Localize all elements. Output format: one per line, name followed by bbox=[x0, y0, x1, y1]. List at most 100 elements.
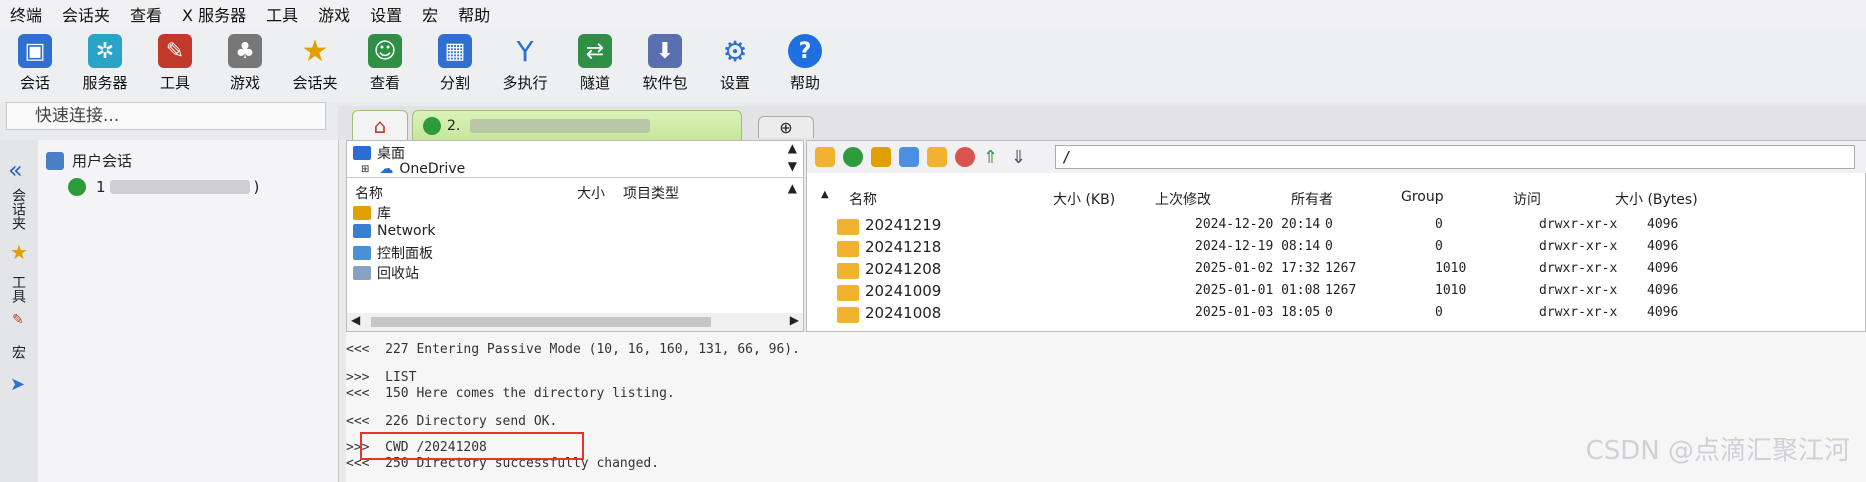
upload-icon[interactable]: ⇑ bbox=[983, 147, 1003, 168]
col-owner[interactable]: 所有者 bbox=[1291, 189, 1333, 209]
quick-connect-input[interactable]: 快速连接... bbox=[6, 102, 326, 130]
multiexec-button[interactable]: Y 多执行 bbox=[490, 28, 560, 102]
tree-desktop[interactable]: 桌面 bbox=[353, 143, 405, 163]
session-item[interactable]: 1 ) bbox=[68, 178, 259, 196]
split-button[interactable]: ▦ 分割 bbox=[420, 28, 490, 102]
scroll-left-icon[interactable]: ◀ bbox=[351, 313, 360, 327]
new-tab-button[interactable]: ⊕ bbox=[758, 116, 814, 138]
games-button[interactable]: ♣ 游戏 bbox=[210, 28, 280, 102]
globe-icon bbox=[68, 178, 86, 196]
tree-onedrive[interactable]: ⊞ ☁ OneDrive bbox=[361, 161, 465, 177]
remote-file-browser: ⇑ ⇓ / ▲ 名称 大小 (KB) 上次修改 所有者 Group 访问 大小 … bbox=[806, 140, 1866, 332]
view-icon: ☺ bbox=[368, 34, 402, 68]
rail-macros-tab[interactable]: 宏 bbox=[10, 345, 28, 359]
download-icon[interactable]: ⇓ bbox=[1011, 147, 1031, 168]
horizontal-scrollbar[interactable]: ◀ ▶ bbox=[347, 313, 803, 331]
sort-asc-icon: ▲ bbox=[821, 189, 829, 200]
network-icon bbox=[353, 224, 371, 238]
tab-home[interactable]: ⌂ bbox=[352, 110, 408, 140]
col-size-bytes[interactable]: 大小 (Bytes) bbox=[1615, 189, 1698, 209]
log-line: >>> LIST bbox=[346, 370, 417, 385]
new-folder-icon[interactable] bbox=[871, 147, 891, 167]
menu-settings[interactable]: 设置 bbox=[360, 2, 412, 26]
log-line: <<< 150 Here comes the directory listing… bbox=[346, 386, 675, 401]
folder-icon bbox=[837, 241, 859, 257]
packages-icon: ⬇ bbox=[648, 34, 682, 68]
col-group[interactable]: Group bbox=[1401, 189, 1444, 205]
expand-icon: ⊞ bbox=[361, 163, 370, 175]
list-item[interactable]: Network bbox=[353, 223, 435, 239]
col-access[interactable]: 访问 bbox=[1513, 189, 1541, 209]
scroll-right-icon[interactable]: ▶ bbox=[790, 313, 799, 327]
recycle-bin-icon bbox=[353, 266, 371, 280]
settings-button[interactable]: ⚙ 设置 bbox=[700, 28, 770, 102]
local-header-name[interactable]: 名称 bbox=[355, 183, 383, 203]
parent-dir-icon[interactable] bbox=[815, 147, 835, 167]
view-button[interactable]: ☺ 查看 bbox=[350, 28, 420, 102]
menu-xserver[interactable]: X 服务器 bbox=[172, 2, 256, 26]
servers-icon: ✲ bbox=[88, 34, 122, 68]
scroll-thumb[interactable] bbox=[371, 317, 711, 327]
packages-button[interactable]: ⬇ 软件包 bbox=[630, 28, 700, 102]
star-icon: ★ bbox=[301, 33, 329, 69]
col-modified[interactable]: 上次修改 bbox=[1155, 189, 1211, 209]
table-row[interactable]: 20241208 2025-01-02 17:32 1267 1010 drwx… bbox=[807, 259, 1866, 281]
help-icon: ? bbox=[788, 34, 822, 68]
plus-icon: ⊕ bbox=[779, 118, 793, 137]
settings-icon: ⚙ bbox=[722, 34, 748, 68]
star-icon: ★ bbox=[10, 240, 28, 264]
tunnel-button[interactable]: ⇄ 隧道 bbox=[560, 28, 630, 102]
cloud-icon: ☁ bbox=[379, 161, 394, 177]
control-panel-icon bbox=[353, 246, 371, 260]
menu-view[interactable]: 查看 bbox=[120, 2, 172, 26]
col-name[interactable]: 名称 bbox=[849, 189, 877, 209]
menu-macros[interactable]: 宏 bbox=[412, 2, 448, 26]
tree-scroll-down[interactable]: ▼ bbox=[788, 159, 797, 173]
servers-button[interactable]: ✲ 服务器 bbox=[70, 28, 140, 102]
tools-icon: ✎ bbox=[158, 34, 192, 68]
list-item[interactable]: 库 bbox=[353, 203, 391, 223]
split-icon: ▦ bbox=[438, 34, 472, 68]
col-size-kb[interactable]: 大小 (KB) bbox=[1053, 189, 1115, 209]
list-item[interactable]: 控制面板 bbox=[353, 243, 433, 263]
multiexec-icon: Y bbox=[516, 34, 534, 68]
folder-icon bbox=[837, 307, 859, 323]
rail-sessions-tab[interactable]: 会话夹 bbox=[10, 188, 28, 230]
table-row[interactable]: 20241219 2024-12-20 20:14 0 0 drwxr-xr-x… bbox=[807, 215, 1866, 237]
delete-icon[interactable] bbox=[955, 147, 975, 167]
help-button[interactable]: ? 帮助 bbox=[770, 28, 840, 102]
library-icon bbox=[353, 206, 371, 220]
tools-icon: ✎ bbox=[12, 312, 24, 328]
rail-tools-tab[interactable]: 工具 bbox=[10, 275, 28, 303]
list-scroll-up[interactable]: ▲ bbox=[788, 181, 797, 195]
menu-bar: 终端 会话夹 查看 X 服务器 工具 游戏 设置 宏 帮助 bbox=[0, 0, 1866, 28]
table-row[interactable]: 20241008 2025-01-03 18:05 0 0 drwxr-xr-x… bbox=[807, 303, 1866, 325]
tab-bar: ⌂ 2. ⊕ bbox=[338, 106, 1866, 140]
sessions-fav-button[interactable]: ★ 会话夹 bbox=[280, 28, 350, 102]
redacted-host bbox=[109, 180, 250, 194]
local-file-browser: 桌面 ⊞ ☁ OneDrive ▲ ▼ 名称 大小 项目类型 ▲ 库 Network… bbox=[346, 140, 804, 332]
session-button[interactable]: ▣ 会话 bbox=[0, 28, 70, 102]
menu-help[interactable]: 帮助 bbox=[448, 2, 500, 26]
desktop-icon bbox=[353, 146, 371, 160]
log-line: <<< 226 Directory send OK. bbox=[346, 414, 558, 429]
folder-icon[interactable] bbox=[927, 147, 947, 167]
tools-button[interactable]: ✎ 工具 bbox=[140, 28, 210, 102]
menu-games[interactable]: 游戏 bbox=[308, 2, 360, 26]
remote-path-input[interactable]: / bbox=[1055, 145, 1855, 169]
table-row[interactable]: 20241218 2024-12-19 08:14 0 0 drwxr-xr-x… bbox=[807, 237, 1866, 259]
user-sessions-folder[interactable]: 用户会话 bbox=[46, 150, 132, 171]
tunnel-icon: ⇄ bbox=[578, 34, 612, 68]
refresh-icon[interactable] bbox=[843, 147, 863, 167]
menu-sessions[interactable]: 会话夹 bbox=[52, 2, 120, 26]
local-header-size[interactable]: 大小 bbox=[577, 183, 605, 203]
list-item[interactable]: 回收站 bbox=[353, 263, 419, 283]
menu-tools[interactable]: 工具 bbox=[256, 2, 308, 26]
collapse-icon[interactable]: « bbox=[8, 156, 23, 184]
new-file-icon[interactable] bbox=[899, 147, 919, 167]
tab-sftp-session[interactable]: 2. bbox=[412, 110, 742, 140]
table-row[interactable]: 20241009 2025-01-01 01:08 1267 1010 drwx… bbox=[807, 281, 1866, 303]
menu-terminal[interactable]: 终端 bbox=[0, 2, 52, 26]
local-header-type[interactable]: 项目类型 bbox=[623, 183, 679, 203]
tree-scroll-up[interactable]: ▲ bbox=[788, 141, 797, 155]
